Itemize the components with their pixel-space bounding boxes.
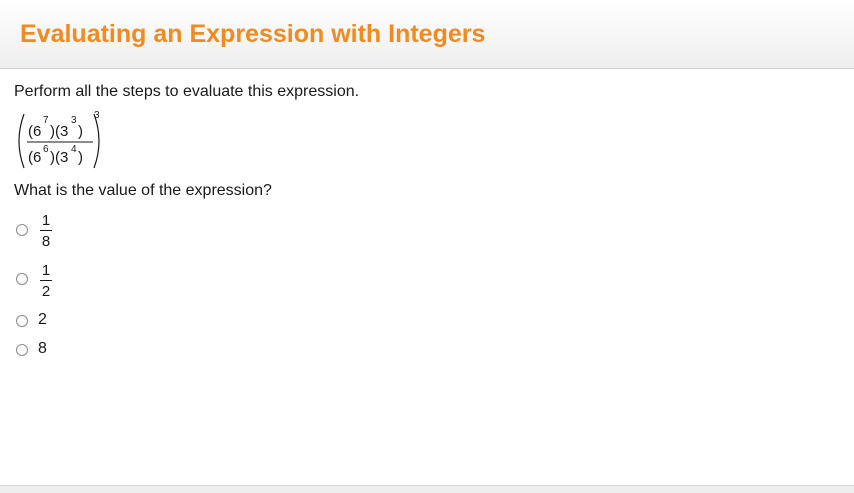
- numerator-exponent-2: 3: [71, 115, 77, 126]
- footer-divider: [0, 485, 854, 493]
- option-1-denominator: 8: [41, 233, 51, 250]
- answer-option-2[interactable]: 1 2: [14, 262, 214, 302]
- denominator-close-paren: ): [78, 149, 83, 166]
- denominator-base-2: 3: [60, 149, 69, 166]
- numerator-mid-paren: )(: [50, 123, 60, 140]
- radio-button-4[interactable]: [16, 344, 28, 356]
- denominator-exponent-2: 4: [71, 144, 77, 155]
- numerator-base-2: 3: [60, 123, 69, 140]
- option-2-denominator: 2: [41, 283, 51, 300]
- option-2-numerator: 1: [41, 262, 51, 279]
- option-1-numerator: 1: [41, 212, 51, 229]
- question-text: What is the value of the expression?: [14, 182, 272, 199]
- page-header: Evaluating an Expression with Integers: [0, 0, 854, 69]
- problem-prompt: Perform all the steps to evaluate this e…: [14, 83, 360, 100]
- page-title: Evaluating an Expression with Integers: [20, 20, 486, 48]
- numerator-base-1: 6: [33, 123, 42, 140]
- answer-option-4[interactable]: 8: [14, 340, 214, 360]
- outer-exponent: 3: [94, 110, 100, 121]
- denominator-mid-paren: )(: [50, 149, 60, 166]
- radio-button-3[interactable]: [16, 315, 28, 327]
- fraction-bar: [40, 280, 52, 281]
- option-4-value: 8: [38, 340, 47, 357]
- numerator-exponent-1: 7: [43, 115, 49, 126]
- denominator-base-1: 6: [33, 149, 42, 166]
- answer-option-1[interactable]: 1 8: [14, 212, 214, 252]
- math-expression: ( 6 7 )( 3 3 ) ( 6 6 )( 3 4 ) 3: [14, 108, 114, 174]
- option-3-value: 2: [38, 311, 47, 328]
- fraction-bar: [40, 230, 52, 231]
- option-1-fraction: 1 8: [40, 212, 52, 250]
- radio-button-2[interactable]: [16, 273, 28, 285]
- numerator-close-paren: ): [78, 123, 83, 140]
- answer-option-3[interactable]: 2: [14, 311, 214, 331]
- denominator-exponent-1: 6: [43, 144, 49, 155]
- radio-button-1[interactable]: [16, 224, 28, 236]
- option-2-fraction: 1 2: [40, 262, 52, 300]
